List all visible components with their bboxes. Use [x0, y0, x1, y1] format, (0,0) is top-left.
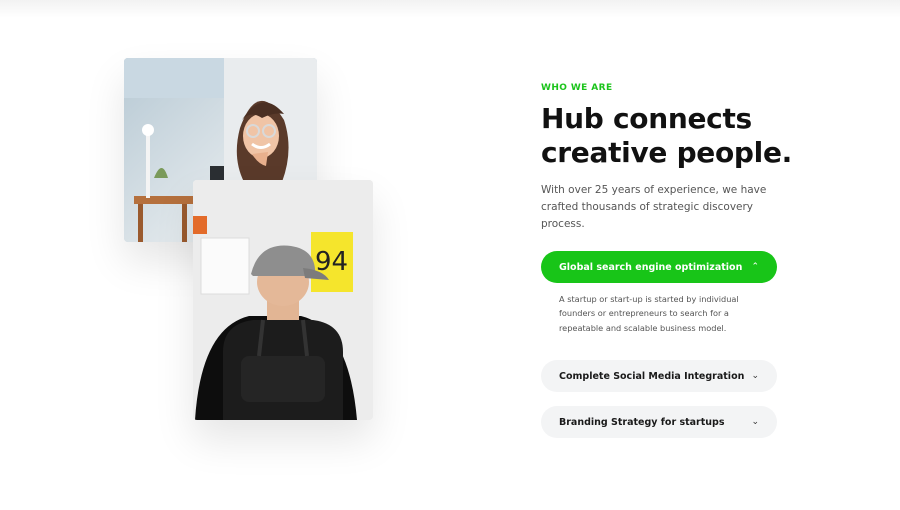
section-eyebrow: WHO WE ARE — [541, 83, 613, 93]
accordion-item-label: Global search engine optimization — [559, 261, 743, 273]
accordion-item-label: Branding Strategy for startups — [559, 416, 725, 428]
accordion-item-social-media[interactable]: Complete Social Media Integration ⌄ — [541, 360, 777, 392]
accordion-item-seo[interactable]: Global search engine optimization ⌃ — [541, 251, 777, 283]
accordion-panel-seo: A startup or start-up is started by indi… — [559, 294, 739, 333]
chevron-down-icon: ⌄ — [751, 416, 759, 427]
header-shadow — [0, 0, 900, 18]
accordion-item-branding[interactable]: Branding Strategy for startups ⌄ — [541, 406, 777, 438]
chevron-down-icon: ⌄ — [751, 370, 759, 381]
chevron-up-icon: ⌃ — [751, 261, 759, 272]
section-headline: Hub connects creative people. — [541, 102, 793, 169]
accordion-item-label: Complete Social Media Integration — [559, 370, 745, 382]
section-lead: With over 25 years of experience, we hav… — [541, 184, 767, 230]
photo-man-backpack: 94 — [193, 180, 373, 420]
